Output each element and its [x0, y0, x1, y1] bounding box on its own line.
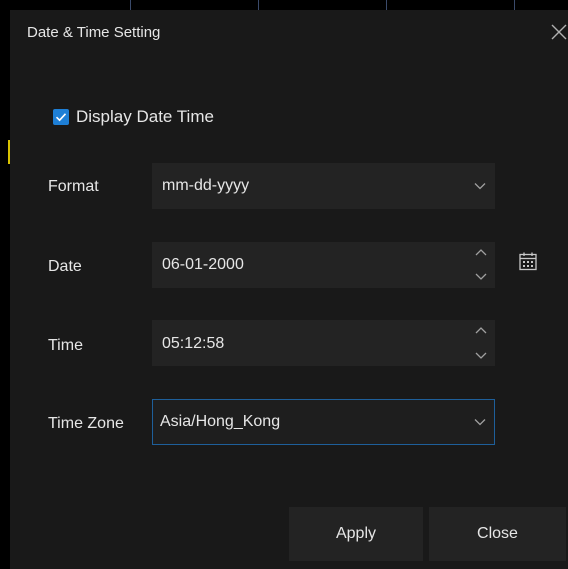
format-label: Format: [48, 178, 99, 195]
close-icon[interactable]: [549, 22, 568, 42]
screen: Date & Time Setting Display Date Time Fo…: [0, 0, 568, 569]
dialog-title: Date & Time Setting: [27, 24, 161, 41]
chevron-down-icon[interactable]: [474, 272, 488, 282]
date-value: 06-01-2000: [162, 256, 244, 273]
chevron-up-icon[interactable]: [474, 247, 488, 257]
checkmark-icon: [55, 113, 67, 122]
calendar-icon[interactable]: [518, 251, 538, 271]
time-input[interactable]: 05:12:58: [152, 320, 495, 366]
chevron-down-icon: [474, 419, 486, 426]
date-label: Date: [48, 258, 82, 275]
background-gridline: [386, 0, 387, 10]
dialog-titlebar: Date & Time Setting: [10, 10, 568, 54]
display-date-time-checkbox-row[interactable]: Display Date Time: [53, 107, 214, 127]
time-label: Time: [48, 337, 83, 354]
background-gridline: [258, 0, 259, 10]
time-value: 05:12:58: [162, 335, 225, 352]
display-date-time-label: Display Date Time: [76, 107, 214, 126]
apply-button[interactable]: Apply: [289, 507, 423, 561]
time-zone-label: Time Zone: [48, 415, 124, 432]
chevron-down-icon[interactable]: [474, 351, 488, 361]
close-button[interactable]: Close: [429, 507, 566, 561]
date-time-dialog: Date & Time Setting Display Date Time Fo…: [10, 10, 568, 569]
background-gridline: [130, 0, 131, 10]
format-value: mm-dd-yyyy: [162, 177, 250, 194]
format-select[interactable]: mm-dd-yyyy: [152, 163, 495, 209]
chevron-down-icon: [474, 183, 486, 190]
time-zone-select[interactable]: Asia/Hong_Kong: [152, 399, 495, 445]
time-zone-value: Asia/Hong_Kong: [160, 413, 281, 430]
display-date-time-checkbox[interactable]: [53, 109, 69, 125]
date-input[interactable]: 06-01-2000: [152, 242, 495, 288]
chevron-up-icon[interactable]: [474, 325, 488, 335]
background-gridline: [514, 0, 515, 10]
